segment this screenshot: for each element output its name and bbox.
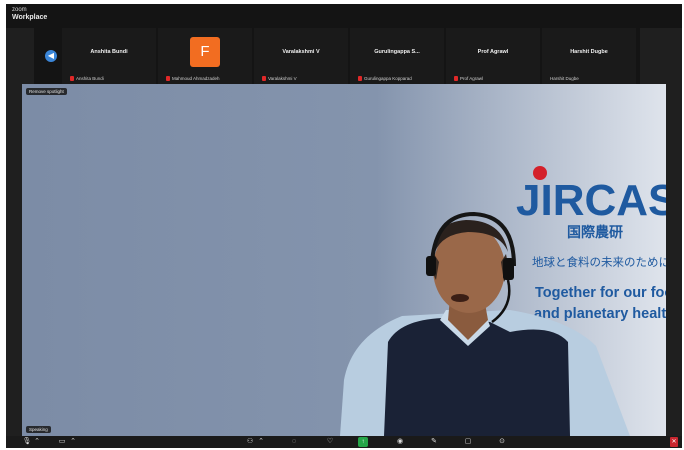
apps-icon[interactable]: ✎	[428, 437, 440, 447]
chevron-up-icon[interactable]: ⌃	[70, 437, 76, 447]
participants-icon[interactable]: ⚇	[244, 437, 256, 447]
reactions-icon[interactable]: ♡	[324, 437, 336, 447]
title-bar: zoom Workplace	[6, 4, 682, 28]
participant-name: Varalakshmi V	[282, 49, 320, 55]
participant-tile[interactable]: Anshita Bundi Anshita Bundi	[62, 28, 156, 84]
participant-label: Mahmoud Ahmadzadeh	[166, 76, 220, 81]
gallery-prev-button[interactable]: ◀	[45, 50, 57, 62]
app-subtitle: Workplace	[12, 14, 48, 21]
speaker-name-tag: Speaking	[26, 426, 51, 433]
meeting-toolbar: 🎙 ⌃ ▭ ⌃ ⚇ ⌃ ◌ ♡ ↑ ◉ ✎ ▢ ⊙ ✕	[6, 436, 682, 448]
mic-off-icon	[70, 76, 74, 81]
mic-off-icon	[166, 76, 170, 81]
zoom-window: zoom Workplace ◀ Anshita Bundi Anshita B…	[6, 4, 682, 448]
whiteboard-icon[interactable]: ▢	[462, 437, 474, 447]
participant-name: Prof Agrawl	[477, 49, 509, 55]
video-camera-icon[interactable]: ▭	[56, 437, 68, 447]
participant-name: Anshita Bundi	[90, 49, 128, 55]
microphone-icon[interactable]: 🎙	[22, 437, 32, 447]
speaker-person	[340, 211, 630, 436]
avatar: F	[190, 37, 220, 67]
chat-icon[interactable]: ◌	[288, 437, 300, 447]
end-meeting-icon[interactable]: ✕	[670, 437, 678, 447]
participant-tile[interactable]: Varalakshmi V Varalakshmi V	[254, 28, 348, 84]
chevron-up-icon[interactable]: ⌃	[34, 437, 40, 447]
chevron-up-icon[interactable]: ⌃	[258, 437, 264, 447]
participant-tile[interactable]: F Mahmoud Ahmadzadeh	[158, 28, 252, 84]
mic-off-icon	[454, 76, 458, 81]
participant-tile[interactable]: Gurulingappa S... Gurulingappa Kopparad	[350, 28, 444, 84]
more-icon[interactable]: ⊙	[496, 437, 508, 447]
participant-label: Varalakshmi V	[262, 76, 297, 81]
share-screen-icon[interactable]: ↑	[358, 437, 368, 447]
participant-label: Harshit Dugbe	[550, 76, 579, 81]
app-title: zoom	[12, 7, 27, 13]
participant-name: Harshit Dugbe	[570, 49, 608, 55]
mic-off-icon	[262, 76, 266, 81]
mic-off-icon	[358, 76, 362, 81]
record-icon[interactable]: ◉	[394, 437, 406, 447]
participant-tile[interactable]: Harshit Dugbe Harshit Dugbe	[542, 28, 636, 84]
participant-label: Prof Agrawl	[454, 76, 483, 81]
participant-label: Gurulingappa Kopparad	[358, 76, 412, 81]
participant-name: Gurulingappa S...	[374, 49, 420, 55]
participant-strip: ◀ Anshita Bundi Anshita Bundi F Mahmoud …	[34, 28, 640, 84]
participant-tile[interactable]: Prof Agrawl Prof Agrawl	[446, 28, 540, 84]
participant-label: Anshita Bundi	[70, 76, 104, 81]
spotlight-video[interactable]: Remove spotlight JIRCAS 国際農研 地球と食料の未来のため…	[22, 84, 666, 436]
